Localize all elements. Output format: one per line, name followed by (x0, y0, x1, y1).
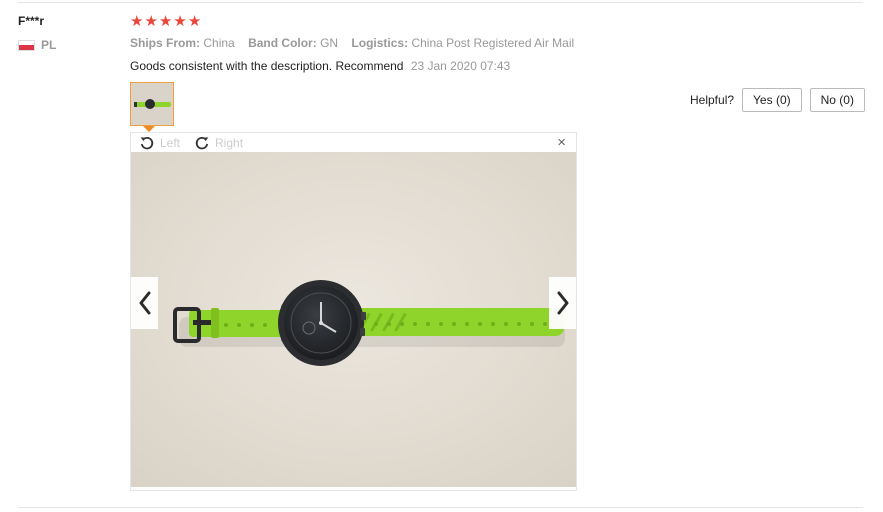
star-icon: ★ (144, 13, 158, 30)
attr-key-logistics: Logistics: (351, 36, 409, 50)
review-photo-thumbnail[interactable] (130, 82, 174, 126)
chevron-left-icon (139, 291, 150, 315)
helpful-no-button[interactable]: No (0) (809, 88, 865, 112)
attr-value-band-color: GN (320, 36, 339, 50)
review-date: 23 Jan 2020 07:43 (410, 59, 511, 73)
viewer-toolbar: Left Right × (131, 133, 576, 152)
close-icon[interactable]: × (557, 134, 566, 151)
helpful-label: Helpful? (690, 93, 735, 107)
attr-value-logistics: China Post Registered Air Mail (411, 36, 575, 50)
star-icon: ★ (187, 13, 202, 30)
rotate-right-button[interactable]: Right (194, 135, 243, 151)
next-photo-button[interactable] (549, 277, 576, 329)
reviewer-name: F***r (18, 14, 45, 28)
rotate-right-label: Right (215, 135, 244, 150)
rotate-left-button[interactable]: Left (139, 135, 180, 151)
rotate-left-icon (140, 136, 154, 149)
attr-key-band-color: Band Color: (248, 36, 317, 50)
star-icon: ★ (173, 13, 187, 30)
poland-flag-icon (18, 39, 35, 51)
star-rating: ★ ★ ★ ★ ★ (130, 13, 201, 30)
previous-photo-button[interactable] (131, 277, 158, 329)
top-divider (18, 2, 863, 3)
review-text: Goods consistent with the description. R… (130, 59, 404, 73)
helpful-yes-button[interactable]: Yes (0) (742, 88, 802, 112)
reviewer-country: PL (18, 38, 56, 52)
order-attributes: Ships From: China Band Color: GN Logisti… (130, 36, 584, 50)
star-icon: ★ (158, 13, 173, 30)
watch-photo (131, 152, 576, 487)
rotate-right-icon (195, 136, 209, 149)
review-photo (131, 152, 576, 487)
country-code: PL (41, 38, 57, 52)
rotate-left-label: Left (160, 135, 181, 150)
helpful-vote: Helpful? Yes (0) No (0) (690, 88, 865, 112)
attr-key-ships-from: Ships From: (130, 36, 201, 50)
review-body: Goods consistent with the description. R… (130, 59, 510, 73)
attr-value-ships-from: China (203, 36, 235, 50)
bottom-divider (18, 507, 863, 508)
chevron-right-icon (557, 291, 568, 315)
photo-viewer: Left Right × (130, 132, 577, 491)
star-icon: ★ (130, 13, 144, 30)
